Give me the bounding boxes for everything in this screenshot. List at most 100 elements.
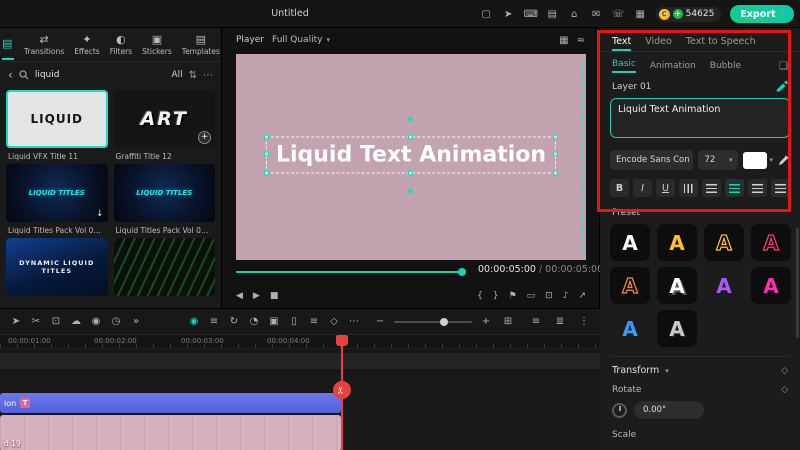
play-icon[interactable]: ▶	[253, 291, 260, 301]
zoom-in-icon[interactable]: +	[478, 316, 494, 327]
letter-spacing-button[interactable]	[679, 179, 698, 197]
resize-handle[interactable]	[263, 134, 269, 140]
resize-handle[interactable]	[553, 170, 559, 176]
align-center-button[interactable]	[725, 179, 744, 197]
align-vertical-button[interactable]	[771, 179, 790, 197]
font-size-dropdown[interactable]: 72 ▾	[698, 150, 739, 170]
fit-timeline-icon[interactable]: ⊞	[500, 316, 516, 327]
keyboard-icon[interactable]: ⌨	[524, 9, 538, 20]
scrollbar[interactable]	[796, 228, 799, 338]
magnet-icon[interactable]: ◉	[88, 316, 104, 327]
preset-tile[interactable]: A	[751, 267, 791, 304]
empty-track-lane[interactable]	[0, 353, 600, 369]
stop-icon[interactable]: ■	[270, 291, 279, 301]
marker-icon[interactable]: ⚑	[509, 291, 517, 301]
workspace-icon[interactable]: ▤	[546, 9, 559, 20]
zoom-slider-knob[interactable]	[440, 317, 448, 326]
preview-canvas[interactable]: Liquid Text Animation	[236, 54, 586, 260]
preset-tile[interactable]: A	[610, 310, 650, 347]
timeline-tracks[interactable]: ion T d 19	[0, 349, 600, 450]
view-grid-icon[interactable]: ▦	[559, 35, 568, 46]
text-content-input[interactable]: Liquid Text Animation	[610, 98, 790, 138]
resize-handle[interactable]	[553, 134, 559, 140]
speaker-icon[interactable]: ♪	[563, 291, 569, 301]
crop-tool-icon[interactable]: ⊡	[48, 316, 64, 327]
resize-handle[interactable]	[408, 170, 413, 176]
color-swatch[interactable]	[743, 151, 768, 169]
seek-knob[interactable]	[458, 268, 466, 276]
sort-icon[interactable]: ⇅	[189, 70, 197, 81]
eyedropper-icon[interactable]	[778, 154, 790, 166]
rotate-dial[interactable]	[612, 402, 627, 418]
keyframe-diamond-icon[interactable]: ◇	[781, 385, 788, 395]
transform-section-header[interactable]: Transform ▾ ◇	[612, 356, 788, 376]
preset-tile[interactable]: A	[704, 267, 744, 304]
align-left-button[interactable]	[702, 179, 721, 197]
align-right-button[interactable]	[748, 179, 767, 197]
blade-tool-icon[interactable]: ✂	[28, 316, 44, 327]
crop-icon[interactable]: ⊡	[545, 291, 553, 301]
credits-chip[interactable]: C + 54625	[655, 6, 722, 22]
preset-tile[interactable]: A	[657, 224, 697, 261]
anchor-handle[interactable]	[408, 188, 413, 194]
fullscreen-icon[interactable]: ↗	[578, 291, 586, 301]
more-menu-icon[interactable]: ⋯	[203, 70, 213, 81]
preset-tile[interactable]: A	[657, 267, 697, 304]
tab-effects[interactable]: ✦ Effects	[74, 34, 100, 56]
template-thumbnail[interactable]: LIQUID TITLES	[113, 164, 215, 222]
notification-icon[interactable]: ✉	[590, 9, 603, 20]
timer-icon[interactable]: ◷	[108, 316, 124, 327]
preset-tile[interactable]: A	[704, 224, 744, 261]
preset-tile[interactable]: A	[610, 224, 650, 261]
text-clip[interactable]: ion T	[0, 393, 341, 413]
font-color-picker[interactable]: ▾	[743, 151, 773, 169]
subtab-basic[interactable]: Basic	[612, 59, 636, 73]
playhead-head[interactable]	[336, 335, 348, 346]
mic-icon[interactable]: ▯	[286, 316, 302, 327]
snapshot-icon[interactable]: ▭	[527, 291, 536, 301]
cloud-icon[interactable]: ☁	[68, 316, 84, 327]
text-selection-box[interactable]: Liquid Text Animation	[263, 116, 559, 194]
template-thumbnail[interactable]: DYNAMIC LIQUID TITLES	[6, 238, 108, 296]
support-icon[interactable]: ☏	[612, 9, 625, 20]
tab-titles-active-partial[interactable]: ▤	[2, 30, 14, 60]
render-icon[interactable]: ≡	[528, 316, 544, 327]
rotate-handle[interactable]	[408, 116, 413, 122]
subtab-animation[interactable]: Animation	[650, 61, 696, 71]
download-icon[interactable]: ↓	[96, 209, 104, 219]
edit-pen-icon[interactable]	[775, 80, 788, 93]
preset-tile[interactable]: A	[751, 224, 791, 261]
subtab-bubble[interactable]: Bubble	[710, 61, 741, 71]
tab-text-to-speech[interactable]: Text to Speech	[686, 36, 756, 51]
tab-video[interactable]: Video	[645, 36, 672, 51]
underline-button[interactable]: U	[656, 179, 675, 197]
mixer-icon[interactable]: ≡	[306, 316, 322, 327]
template-thumbnail[interactable]: LIQUID TITLES ↓	[6, 164, 108, 222]
tab-stickers[interactable]: ▣ Stickers	[142, 34, 172, 56]
mark-out-icon[interactable]: }	[493, 291, 499, 301]
tab-filters[interactable]: ◐ Filters	[110, 34, 132, 56]
mask-icon[interactable]: ▣	[266, 316, 282, 327]
resize-handle[interactable]	[408, 134, 413, 140]
mark-in-icon[interactable]: {	[477, 291, 483, 301]
font-family-dropdown[interactable]: Encode Sans Con ▾	[610, 150, 694, 170]
template-thumbnail[interactable]: ART +	[113, 90, 215, 148]
add-credits-icon[interactable]: +	[672, 9, 683, 19]
split-scissors-icon[interactable]: ✂	[333, 381, 351, 399]
track-manager-icon[interactable]: ≡	[206, 316, 222, 327]
preview-text[interactable]: Liquid Text Animation	[276, 142, 546, 167]
tab-templates[interactable]: ▤ Templates	[182, 34, 220, 56]
speed-icon[interactable]: ◔	[246, 316, 262, 327]
record-toggle-icon[interactable]: ◉	[186, 316, 202, 327]
rotate-value-input[interactable]: 0.00°	[634, 401, 704, 419]
back-icon[interactable]: ‹	[8, 68, 13, 82]
resize-handle[interactable]	[263, 151, 269, 157]
seek-bar[interactable]	[236, 268, 466, 276]
tab-text[interactable]: Text	[612, 36, 632, 51]
previous-frame-icon[interactable]: ◀	[236, 291, 243, 301]
zoom-out-icon[interactable]: −	[372, 316, 388, 327]
apps-icon[interactable]: ▦	[634, 9, 647, 20]
preset-tile[interactable]: A	[657, 310, 697, 347]
share-icon[interactable]: ➤	[502, 9, 515, 20]
export-button[interactable]: Export ▾	[730, 5, 794, 23]
